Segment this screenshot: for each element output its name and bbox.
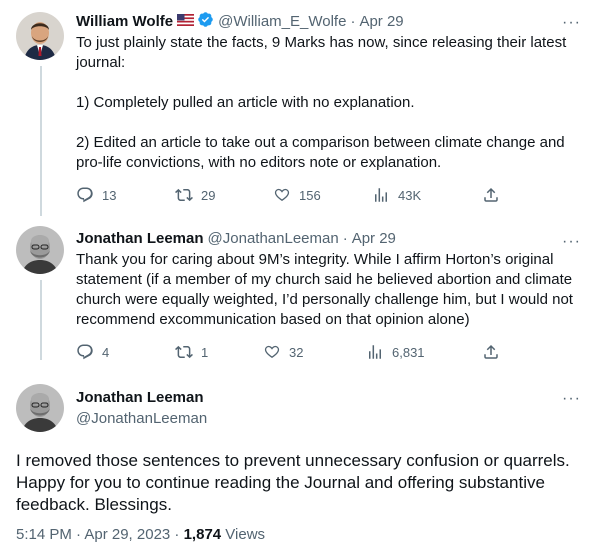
reply-count: 4	[102, 344, 110, 360]
views-count: 43K	[398, 187, 422, 203]
views-count: 1,874	[183, 526, 222, 543]
reply-count: 13	[102, 187, 117, 203]
verified-icon[interactable]	[197, 11, 214, 32]
main-tweet-text: I removed those sentences to prevent unn…	[16, 451, 570, 514]
tweet-header: William Wolfe @William_E_Wolfe · Apr 29	[76, 11, 404, 32]
author-name[interactable]: Jonathan Leeman	[76, 389, 204, 406]
us-flag-icon	[177, 13, 195, 30]
author-name[interactable]: Jonathan Leeman	[76, 230, 204, 247]
author-handle[interactable]: @JonathanLeeman	[76, 410, 207, 427]
tweet-actions: 4 1 32 6,831	[76, 343, 516, 363]
share-button[interactable]	[482, 343, 508, 361]
like-count: 156	[299, 187, 321, 203]
tweet-timestamp[interactable]: 5:14 PM · Apr 29, 2023 ·	[16, 526, 184, 543]
views-button[interactable]: 43K	[372, 186, 421, 204]
reply-button[interactable]: 13	[76, 186, 116, 204]
reply-icon	[77, 344, 93, 360]
views-label: Views	[221, 526, 266, 543]
share-icon	[484, 187, 498, 202]
thread-line	[40, 66, 42, 216]
retweet-icon	[175, 188, 193, 202]
tweet-date[interactable]: Apr 29	[359, 13, 403, 30]
more-icon[interactable]: ···	[562, 391, 581, 407]
more-icon[interactable]: ···	[562, 234, 581, 250]
tweet-text: To just plainly state the facts, 9 Marks…	[76, 34, 567, 171]
thread-line	[40, 280, 42, 360]
views-count: 6,831	[392, 344, 425, 360]
reply-button[interactable]: 4	[76, 343, 109, 361]
like-count: 32	[289, 344, 304, 360]
header-separator: ·	[350, 13, 356, 30]
retweet-button[interactable]: 1	[175, 343, 208, 361]
retweet-button[interactable]: 29	[175, 186, 215, 204]
like-icon	[274, 188, 290, 201]
avatar-jonathan-leeman[interactable]	[16, 384, 64, 432]
tweet-header: Jonathan Leeman @JonathanLeeman · Apr 29	[76, 230, 396, 247]
avatar-william-wolfe[interactable]	[16, 12, 64, 60]
tweet-meta: 5:14 PM · Apr 29, 2023 · 1,874 Views	[16, 526, 265, 543]
tweet-actions: 13 29 156 43K	[76, 186, 516, 206]
tweet-text: Thank you for caring about 9M’s integrit…	[76, 251, 578, 328]
header-separator: ·	[342, 230, 348, 247]
like-icon	[264, 345, 280, 358]
views-button[interactable]: 6,831	[366, 343, 425, 361]
like-button[interactable]: 32	[263, 343, 303, 361]
share-button[interactable]	[482, 186, 508, 204]
retweet-count: 29	[201, 187, 216, 203]
like-button[interactable]: 156	[273, 186, 321, 204]
views-icon	[369, 345, 381, 359]
share-icon	[484, 344, 498, 359]
retweet-count: 1	[201, 344, 209, 360]
author-handle[interactable]: @JonathanLeeman	[208, 230, 339, 247]
author-name[interactable]: William Wolfe	[76, 13, 173, 30]
avatar-jonathan-leeman[interactable]	[16, 226, 64, 274]
retweet-icon	[175, 345, 193, 359]
author-handle[interactable]: @William_E_Wolfe	[218, 13, 346, 30]
views-icon	[375, 188, 387, 202]
tweet-date[interactable]: Apr 29	[352, 230, 396, 247]
reply-icon	[77, 187, 93, 203]
more-icon[interactable]: ···	[562, 15, 581, 31]
